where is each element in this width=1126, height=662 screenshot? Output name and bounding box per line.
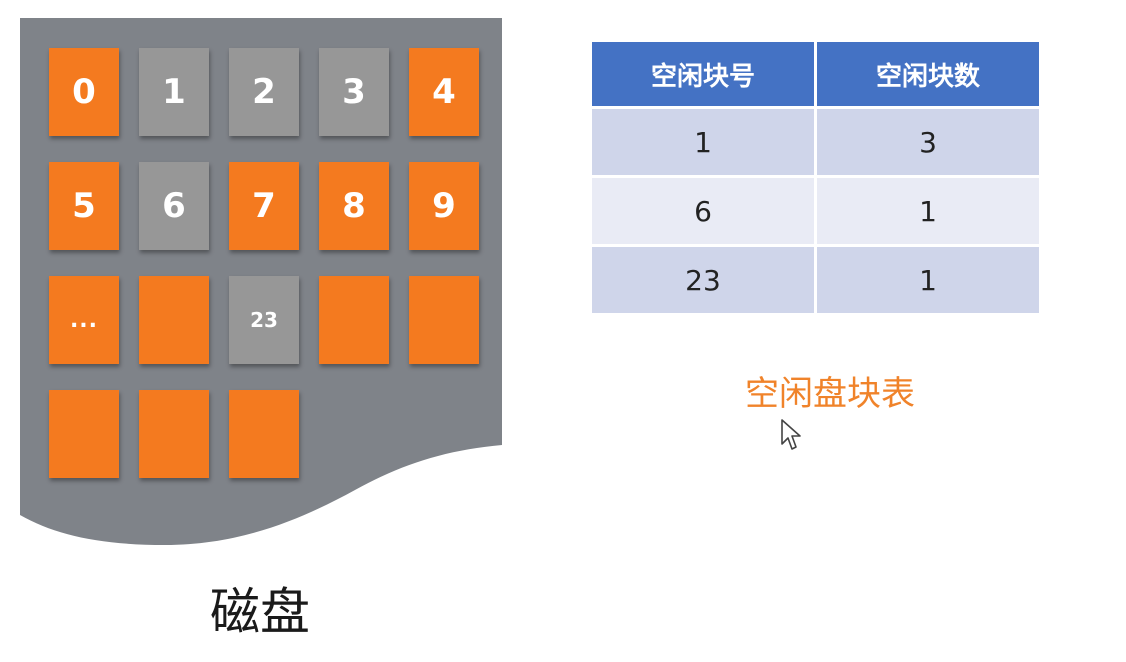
free-block-table: 空闲块号 空闲块数 1 3 6 1 23 1 [592,42,1039,313]
disk-block-5: 5 [49,162,119,250]
disk-caption: 磁盘 [210,583,310,641]
disk-block-7: 7 [229,162,299,250]
disk-block-0: 0 [49,48,119,136]
disk-block-9: 9 [409,162,479,250]
disk-block-12: 23 [229,276,299,364]
disk-block-15 [49,390,119,478]
disk-block-11 [139,276,209,364]
table-row: 6 1 [592,175,1039,246]
mouse-cursor-icon [781,419,801,450]
disk-block-4: 4 [409,48,479,136]
cell-block-count: 1 [815,175,1039,246]
disk-block-8: 8 [319,162,389,250]
free-table-caption: 空闲盘块表 [745,374,915,414]
disk-block-3: 3 [319,48,389,136]
disk-block-1: 1 [139,48,209,136]
cell-block-number: 6 [592,175,817,246]
cell-block-count: 3 [815,106,1039,177]
cell-block-number: 1 [592,106,817,177]
disk-block-16 [139,390,209,478]
table-header-row: 空闲块号 空闲块数 [592,42,1039,108]
cell-block-number: 23 [592,244,817,313]
disk-block-13 [319,276,389,364]
disk-block-6: 6 [139,162,209,250]
table-row: 1 3 [592,106,1039,177]
table-row: 23 1 [592,244,1039,313]
header-free-block-count: 空闲块数 [815,42,1039,108]
disk-block-10: ... [49,276,119,364]
cell-block-count: 1 [815,244,1039,313]
disk-block-2: 2 [229,48,299,136]
disk-block-17 [229,390,299,478]
header-free-block-number: 空闲块号 [592,42,817,108]
disk-block-14 [409,276,479,364]
free-block-table-container: 空闲块号 空闲块数 1 3 6 1 23 1 [592,42,1039,313]
